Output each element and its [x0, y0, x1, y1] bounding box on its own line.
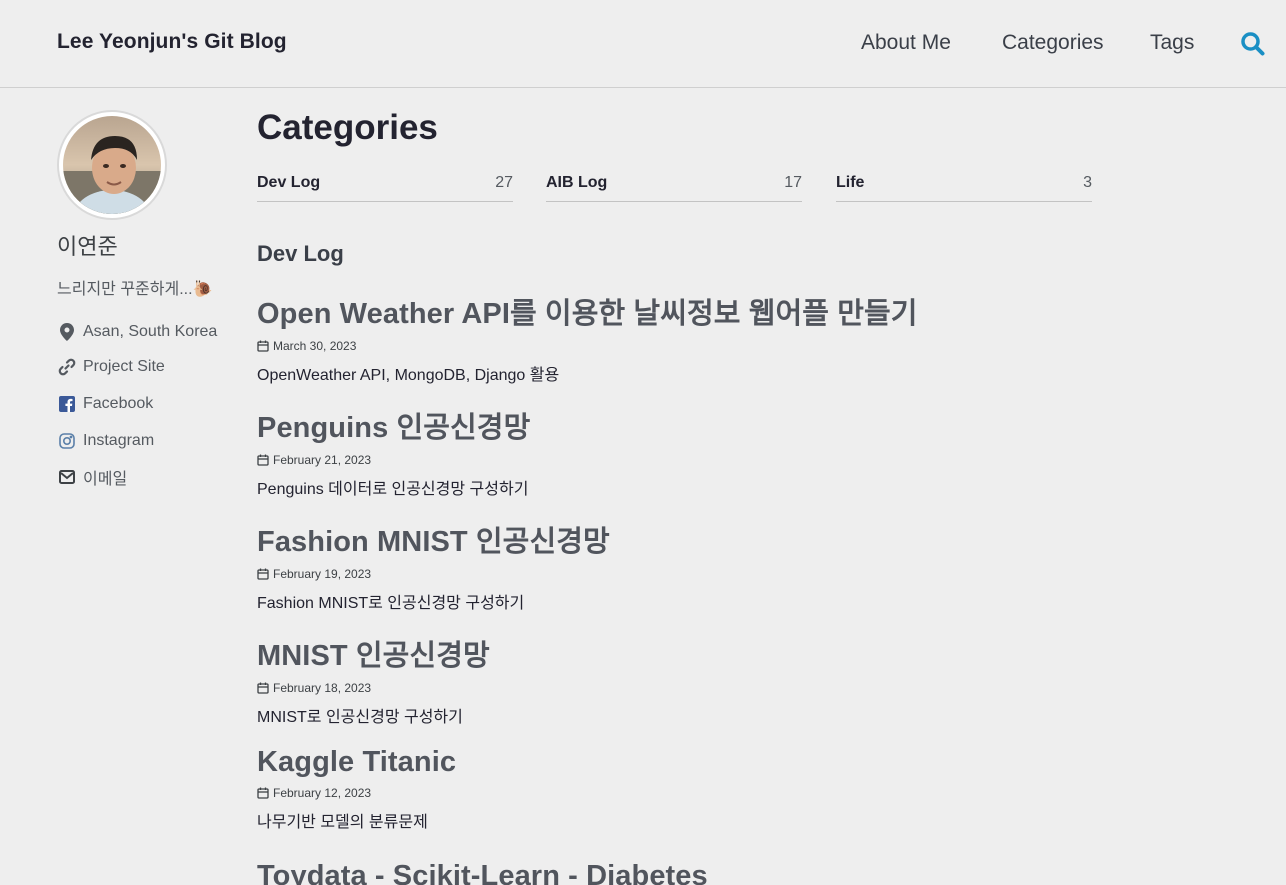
masthead: Lee Yeonjun's Git Blog About Me Categori… [0, 0, 1286, 88]
post-date: February 12, 2023 [273, 786, 372, 800]
calendar-icon [257, 568, 269, 580]
post-title-link[interactable]: Penguins 인공신경망 [257, 404, 1157, 446]
category-tab-life[interactable]: Life 3 [836, 172, 1092, 202]
post-meta: March 30, 2023 [257, 339, 1157, 353]
post-item: Fashion MNIST 인공신경망 February 19, 2023 Fa… [257, 518, 1157, 613]
post-date: March 30, 2023 [273, 339, 357, 353]
author-location-text: Asan, South Korea [83, 323, 218, 340]
author-link-facebook[interactable]: Facebook [57, 392, 247, 416]
post-excerpt: MNIST로 인공신경망 구성하기 [257, 709, 463, 726]
post-meta: February 18, 2023 [257, 681, 1157, 695]
calendar-icon [257, 340, 269, 352]
search-button[interactable] [1240, 31, 1268, 59]
post-meta: February 21, 2023 [257, 453, 1157, 467]
category-count: 17 [784, 174, 802, 191]
post-date: February 18, 2023 [273, 681, 372, 695]
category-count: 3 [1083, 174, 1092, 191]
instagram-icon [57, 431, 77, 451]
author-link-email-text: 이메일 [83, 471, 128, 488]
post-item: Kaggle Titanic February 12, 2023 나무기반 모델… [257, 746, 1157, 832]
author-link-project-site-text: Project Site [83, 358, 165, 375]
post-date: February 21, 2023 [273, 453, 372, 467]
link-icon [57, 357, 77, 377]
calendar-icon [257, 787, 269, 799]
post-item: MNIST 인공신경망 February 18, 2023 MNIST로 인공신… [257, 632, 1157, 727]
post-title-link[interactable]: MNIST 인공신경망 [257, 632, 1157, 674]
post-meta: February 19, 2023 [257, 567, 1157, 581]
envelope-icon [57, 467, 77, 487]
category-name: Dev Log [257, 174, 321, 191]
category-name: AIB Log [546, 174, 608, 191]
category-name: Life [836, 174, 865, 191]
site-title-link[interactable]: Lee Yeonjun's Git Blog [57, 30, 287, 54]
post-excerpt: Fashion MNIST로 인공신경망 구성하기 [257, 595, 525, 612]
category-tab-dev-log[interactable]: Dev Log 27 [257, 172, 513, 202]
category-tab-aib-log[interactable]: AIB Log 17 [546, 172, 802, 202]
post-item: Toydata - Scikit-Learn - Diabetes [257, 860, 1157, 885]
post-title-link[interactable]: Open Weather API를 이용한 날씨정보 웹어플 만들기 [257, 290, 1157, 332]
author-name: 이연준 [57, 234, 118, 259]
post-title-link[interactable]: Fashion MNIST 인공신경망 [257, 518, 1157, 560]
author-bio: 느리지만 꾸준하게...🐌 [57, 281, 213, 298]
nav-tags[interactable]: Tags [1150, 31, 1194, 55]
author-link-instagram[interactable]: Instagram [57, 429, 247, 453]
post-item: Penguins 인공신경망 February 21, 2023 Penguin… [257, 404, 1157, 499]
nav-about-me[interactable]: About Me [861, 31, 951, 55]
post-date: February 19, 2023 [273, 567, 372, 581]
author-link-email[interactable]: 이메일 [57, 465, 247, 489]
post-title-link[interactable]: Kaggle Titanic [257, 746, 1157, 779]
author-link-facebook-text: Facebook [83, 395, 154, 412]
post-meta: February 12, 2023 [257, 786, 1157, 800]
avatar [57, 110, 167, 220]
post-excerpt: 나무기반 모델의 분류문제 [257, 814, 428, 831]
calendar-icon [257, 454, 269, 466]
author-link-project-site[interactable]: Project Site [57, 355, 247, 379]
page-title: Categories [257, 108, 438, 147]
author-link-instagram-text: Instagram [83, 432, 155, 449]
post-item: Open Weather API를 이용한 날씨정보 웹어플 만들기 March… [257, 290, 1157, 385]
nav-categories[interactable]: Categories [1002, 31, 1104, 55]
calendar-icon [257, 682, 269, 694]
post-title-link[interactable]: Toydata - Scikit-Learn - Diabetes [257, 860, 1157, 885]
category-count: 27 [495, 174, 513, 191]
author-location: Asan, South Korea [57, 320, 247, 344]
search-icon [1241, 32, 1265, 56]
facebook-icon [57, 394, 77, 414]
section-title: Dev Log [257, 241, 344, 266]
post-excerpt: Penguins 데이터로 인공신경망 구성하기 [257, 481, 529, 498]
post-excerpt: OpenWeather API, MongoDB, Django 활용 [257, 367, 560, 384]
map-marker-icon [57, 322, 77, 342]
